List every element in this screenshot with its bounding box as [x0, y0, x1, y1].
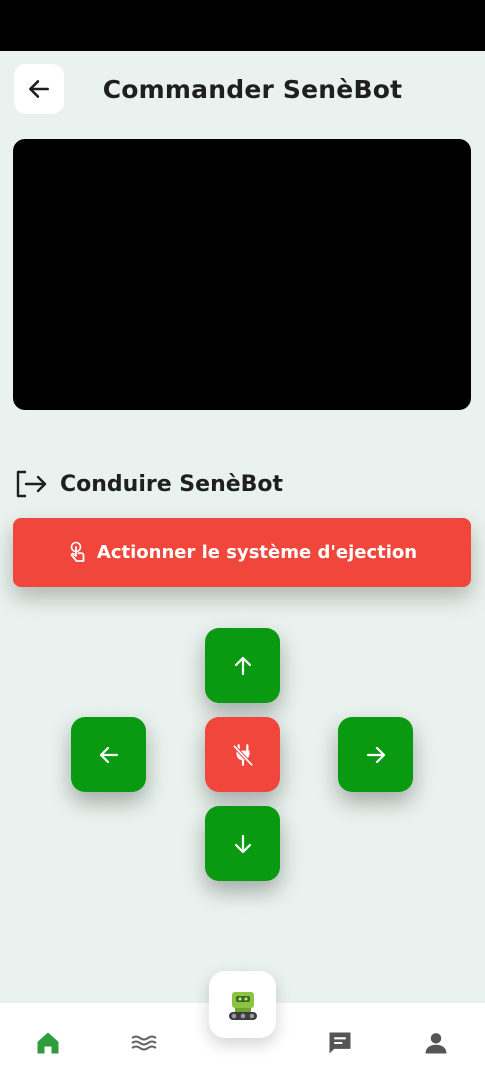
drive-section-header: Conduire SenèBot — [14, 466, 283, 502]
back-button[interactable] — [14, 64, 64, 114]
arrow-left-icon — [29, 80, 49, 98]
chat-icon — [329, 1032, 351, 1054]
arrow-right-icon — [366, 746, 385, 763]
arrow-up-icon — [234, 656, 251, 675]
drive-section-title: Conduire SenèBot — [60, 471, 284, 497]
nav-home[interactable] — [30, 1025, 66, 1061]
status-bar — [0, 0, 485, 51]
eject-button-label: Actionner le système d'ejection — [96, 542, 418, 563]
waves-icon — [131, 1035, 157, 1051]
exit-arrow-icon — [16, 470, 47, 498]
arrow-down-icon — [234, 834, 251, 853]
nav-profile[interactable] — [418, 1025, 454, 1061]
touch-hand-icon — [70, 541, 85, 562]
page-title: Commander SenèBot — [102, 74, 403, 104]
video-feed — [13, 139, 471, 410]
robot-fab-button[interactable] — [209, 971, 276, 1038]
move-left-button[interactable] — [71, 717, 146, 792]
home-icon — [37, 1032, 59, 1054]
move-backward-button[interactable] — [205, 806, 280, 881]
nav-chat[interactable] — [322, 1025, 358, 1061]
move-forward-button[interactable] — [205, 628, 280, 703]
nav-waves[interactable] — [127, 1025, 163, 1061]
arrow-left-icon — [99, 746, 118, 763]
eject-button[interactable]: Actionner le système d'ejection — [13, 518, 471, 587]
user-icon — [425, 1033, 447, 1054]
stop-button[interactable] — [205, 717, 280, 792]
robot-icon — [228, 991, 257, 1020]
move-right-button[interactable] — [338, 717, 413, 792]
power-off-icon — [231, 743, 254, 767]
